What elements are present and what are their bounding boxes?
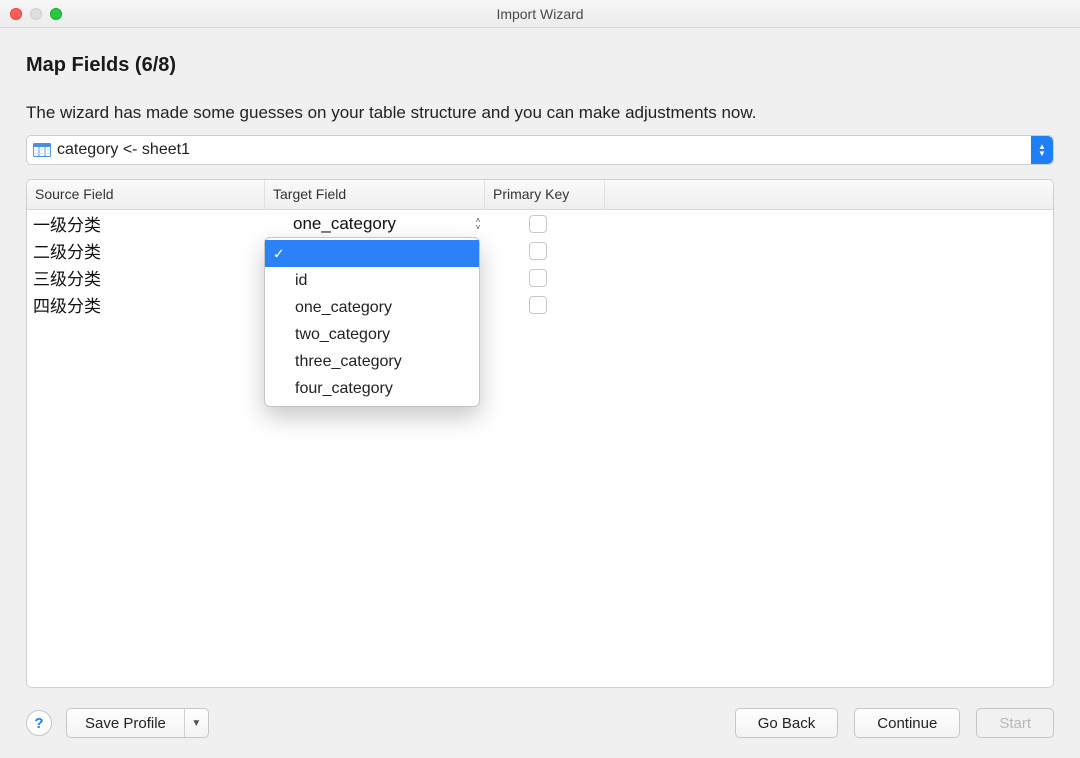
help-button[interactable]: ?	[26, 710, 52, 736]
mapping-selector-value: category <- sheet1	[57, 141, 190, 159]
footer-right: Go Back Continue Start	[735, 708, 1054, 738]
footer-left: ? Save Profile ▼	[26, 708, 209, 738]
dropdown-option-label: one_category	[295, 299, 392, 317]
primary-key-cell	[485, 269, 605, 287]
target-field-value: one_category	[293, 214, 396, 234]
dropdown-option-label: two_category	[295, 326, 390, 344]
mapping-selector-stepper[interactable]: ▲ ▼	[1031, 136, 1053, 164]
source-field-cell: 四级分类	[27, 292, 265, 317]
primary-key-checkbox[interactable]	[529, 269, 547, 287]
target-field-stepper[interactable]: ˄ ˅	[471, 215, 485, 233]
table-row[interactable]: 三级分类 ˄ ˅	[27, 264, 1053, 291]
table-icon	[33, 143, 51, 157]
dropdown-option[interactable]: id	[265, 267, 479, 294]
table-row[interactable]: 四级分类 ˄ ˅	[27, 291, 1053, 318]
chevron-down-icon: ▼	[1038, 150, 1046, 157]
mapping-selector[interactable]: category <- sheet1 ▲ ▼	[26, 135, 1054, 165]
check-icon: ✓	[273, 245, 285, 262]
caret-down-icon: ▼	[191, 718, 201, 729]
primary-key-cell	[485, 242, 605, 260]
save-profile-caret[interactable]: ▼	[184, 709, 208, 737]
table-row[interactable]: 一级分类 one_category ˄ ˅	[27, 210, 1053, 237]
wizard-content: Map Fields (6/8) The wizard has made som…	[0, 28, 1080, 688]
dropdown-option-label: id	[295, 272, 307, 290]
dropdown-option[interactable]: one_category	[265, 294, 479, 321]
primary-key-cell	[485, 215, 605, 233]
start-button[interactable]: Start	[976, 708, 1054, 738]
save-profile-button[interactable]: Save Profile ▼	[66, 708, 209, 738]
header-primary-key[interactable]: Primary Key	[485, 180, 605, 209]
table-body: 一级分类 one_category ˄ ˅ 二级分类 ˄	[27, 210, 1053, 318]
table-row[interactable]: 二级分类 ˄ ˅	[27, 237, 1053, 264]
step-subtitle: The wizard has made some guesses on your…	[26, 103, 1054, 123]
dropdown-option[interactable]: four_category	[265, 375, 479, 402]
step-title: Map Fields (6/8)	[26, 54, 1054, 77]
primary-key-checkbox[interactable]	[529, 242, 547, 260]
window-title: Import Wizard	[0, 6, 1080, 22]
save-profile-label: Save Profile	[67, 709, 184, 737]
source-field-cell: 三级分类	[27, 265, 265, 290]
titlebar: Import Wizard	[0, 0, 1080, 28]
target-field-dropdown: ✓ id one_category two_category three_cat…	[264, 237, 480, 407]
dropdown-option[interactable]: two_category	[265, 321, 479, 348]
table-header: Source Field Target Field Primary Key	[27, 180, 1053, 210]
source-field-cell: 二级分类	[27, 238, 265, 263]
primary-key-checkbox[interactable]	[529, 296, 547, 314]
header-target-field[interactable]: Target Field	[265, 180, 485, 209]
dropdown-option[interactable]: three_category	[265, 348, 479, 375]
continue-button[interactable]: Continue	[854, 708, 960, 738]
field-mapping-table: Source Field Target Field Primary Key 一级…	[26, 179, 1054, 688]
wizard-footer: ? Save Profile ▼ Go Back Continue Start	[0, 688, 1080, 758]
go-back-button[interactable]: Go Back	[735, 708, 839, 738]
primary-key-cell	[485, 296, 605, 314]
dropdown-option[interactable]: ✓	[265, 240, 479, 267]
source-field-cell: 一级分类	[27, 211, 265, 236]
dropdown-option-label: three_category	[295, 353, 402, 371]
header-source-field[interactable]: Source Field	[27, 180, 265, 209]
target-field-cell[interactable]: one_category ˄ ˅	[265, 214, 485, 234]
dropdown-option-label: four_category	[295, 380, 393, 398]
primary-key-checkbox[interactable]	[529, 215, 547, 233]
chevron-down-icon: ˅	[476, 224, 481, 231]
